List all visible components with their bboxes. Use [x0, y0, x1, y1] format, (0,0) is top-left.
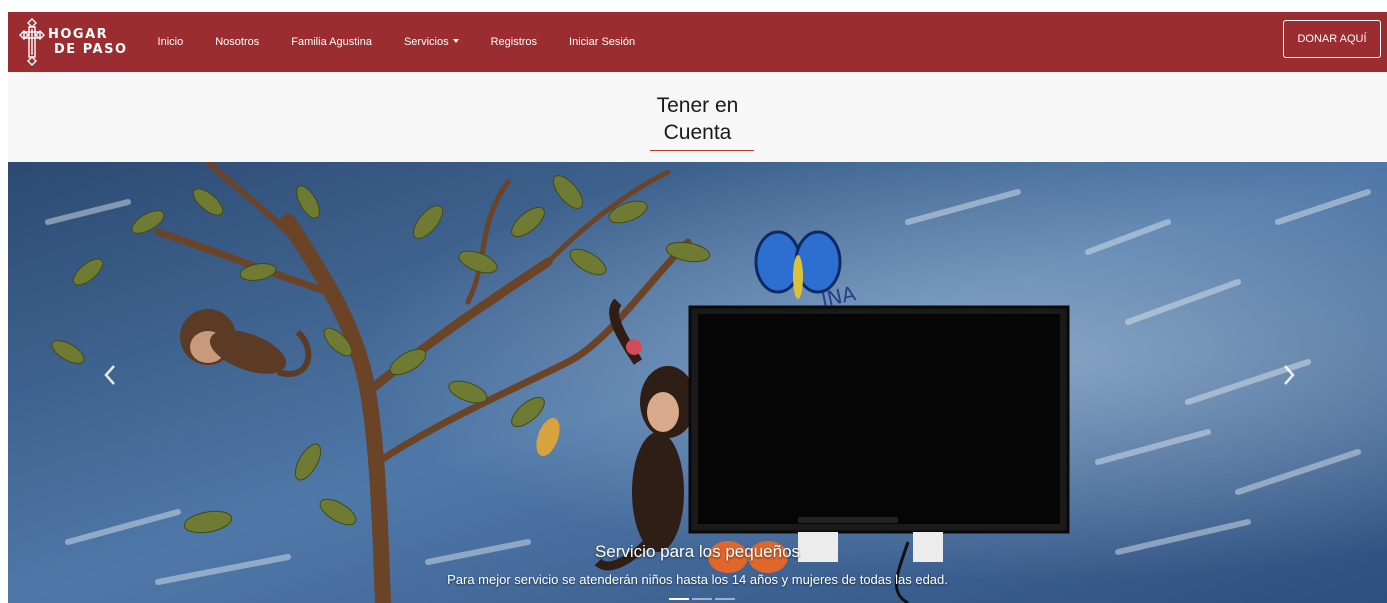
brand-line2: DE PASO	[54, 42, 128, 57]
nav-link-inicio[interactable]: Inicio	[158, 36, 184, 48]
nav-links: Inicio Nosotros Familia Agustina Servici…	[158, 36, 668, 48]
carousel-indicator[interactable]	[669, 598, 689, 600]
nav-link-servicios-label: Servicios	[403, 36, 449, 48]
brand-text: HOGAR DE PASO	[48, 27, 128, 57]
nav-link-iniciar-sesion[interactable]: Iniciar Sesión	[569, 36, 635, 48]
carousel-caption-text: Para mejor servicio se atenderán niños h…	[447, 572, 948, 587]
page-frame: HOGAR DE PASO Inicio Nosotros Familia Ag…	[8, 12, 1387, 603]
image-carousel[interactable]: INA Servicio para los pequeños Para mejo…	[8, 162, 1387, 603]
section-title-line2: Cuenta	[663, 121, 732, 144]
nav-dropdown-servicios[interactable]: Servicios	[404, 36, 459, 48]
chevron-left-icon	[104, 365, 115, 385]
nav-link-registros[interactable]: Registros	[491, 36, 537, 48]
carousel-indicator[interactable]	[715, 598, 735, 600]
title-underline	[650, 150, 754, 151]
mural-photo: INA	[8, 162, 1387, 603]
navbar: HOGAR DE PASO Inicio Nosotros Familia Ag…	[8, 12, 1387, 72]
caret-down-icon	[452, 39, 459, 43]
carousel-indicator[interactable]	[692, 598, 712, 600]
cross-logo-icon	[19, 18, 45, 66]
section-heading: Tener en Cuenta	[8, 72, 1387, 162]
section-title: Tener en Cuenta	[628, 92, 768, 146]
donate-button[interactable]: DONAR AQUÍ	[1283, 20, 1381, 58]
nav-link-familia-agustina[interactable]: Familia Agustina	[291, 36, 372, 48]
carousel-indicators	[669, 598, 738, 600]
chevron-right-icon	[1284, 365, 1295, 385]
brand-line1: HOGAR	[48, 27, 109, 42]
carousel-prev-button[interactable]	[90, 362, 130, 393]
section-title-line1: Tener en	[656, 94, 739, 117]
brand-logo[interactable]: HOGAR DE PASO	[18, 12, 128, 72]
carousel-next-button[interactable]	[1269, 362, 1309, 393]
carousel-caption-title: Servicio para los pequeños	[594, 542, 801, 561]
nav-link-nosotros[interactable]: Nosotros	[215, 36, 259, 48]
